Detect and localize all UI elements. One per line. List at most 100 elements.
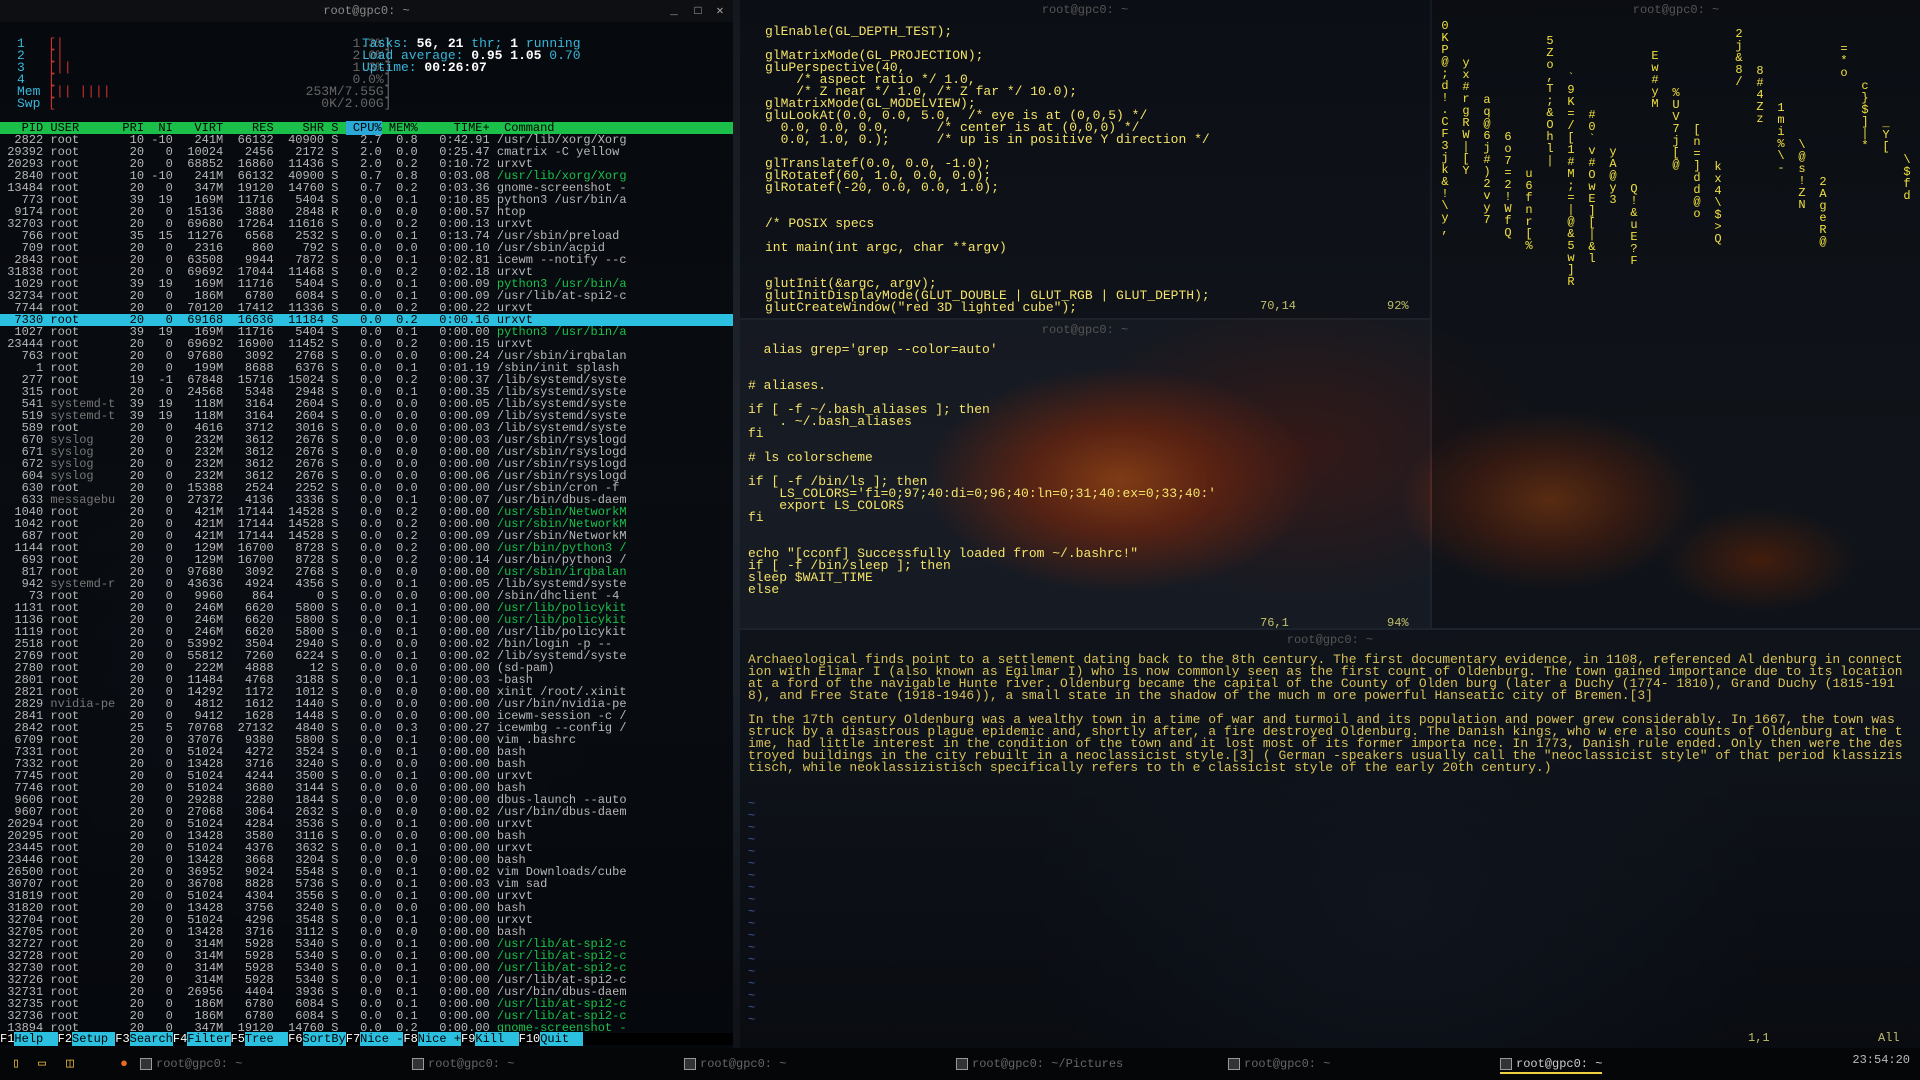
process-row[interactable]: 32727 root 20 0 314M 5928 5340 S 0.0 0.1… bbox=[0, 938, 733, 950]
process-row[interactable]: 2841 root 20 0 9412 1628 1448 S 0.0 0.0 … bbox=[0, 710, 733, 722]
process-row[interactable]: 32728 root 20 0 314M 5928 5340 S 0.0 0.1… bbox=[0, 950, 733, 962]
process-row[interactable]: 31819 root 20 0 51024 4304 3556 S 0.0 0.… bbox=[0, 890, 733, 902]
fkey-f10[interactable]: F10 bbox=[519, 1032, 541, 1046]
process-row[interactable]: 9606 root 20 0 29288 2280 1844 S 0.0 0.0… bbox=[0, 794, 733, 806]
process-row[interactable]: 1144 root 20 0 129M 16700 8728 S 0.0 0.2… bbox=[0, 542, 733, 554]
vim-text-window[interactable]: root@gpc0: ~ Archaeological finds point … bbox=[740, 630, 1920, 1048]
vim-buffer[interactable]: alias grep='grep --color=auto' # aliases.… bbox=[748, 343, 1216, 596]
fkey-f6[interactable]: F6 bbox=[288, 1032, 302, 1046]
process-row[interactable]: 671 syslog 20 0 232M 3612 2676 S 0.0 0.0… bbox=[0, 446, 733, 458]
process-row[interactable]: 1029 root 39 19 169M 11716 5404 S 0.0 0.… bbox=[0, 278, 733, 290]
process-row[interactable]: 32704 root 20 0 51024 4296 3548 S 0.0 0.… bbox=[0, 914, 733, 926]
process-row[interactable]: 30707 root 20 0 36708 8828 5736 S 0.0 0.… bbox=[0, 878, 733, 890]
process-row[interactable]: 519 systemd-t 39 19 118M 3164 2604 S 0.0… bbox=[0, 410, 733, 422]
show-desktop-icon[interactable]: ▭ bbox=[34, 1056, 50, 1072]
process-row[interactable]: 763 root 20 0 97680 3092 2768 S 0.0 0.0 … bbox=[0, 350, 733, 362]
process-row[interactable]: 23445 root 20 0 51024 4376 3632 S 0.0 0.… bbox=[0, 842, 733, 854]
vim-cube-window[interactable]: root@gpc0: ~ glEnable(GL_DEPTH_TEST); glM… bbox=[740, 0, 1430, 318]
fkey-f1[interactable]: F1 bbox=[0, 1032, 14, 1046]
process-row[interactable]: 541 systemd-t 39 19 118M 3164 2604 S 0.0… bbox=[0, 398, 733, 410]
fkey-f8[interactable]: F8 bbox=[403, 1032, 417, 1046]
taskbar-item-5[interactable]: root@gpc0: ~ bbox=[1228, 1054, 1330, 1074]
taskbar-item-4[interactable]: root@gpc0: ~/Pictures bbox=[956, 1054, 1123, 1074]
fkey-f2[interactable]: F2 bbox=[58, 1032, 72, 1046]
process-row[interactable]: 7745 root 20 0 51024 4244 3500 S 0.0 0.1… bbox=[0, 770, 733, 782]
fkey-label[interactable]: Search bbox=[129, 1032, 173, 1046]
process-row[interactable]: 7746 root 20 0 51024 3680 3144 S 0.0 0.0… bbox=[0, 782, 733, 794]
firefox-icon[interactable]: ● bbox=[116, 1056, 132, 1072]
process-row[interactable]: 32730 root 20 0 314M 5928 5340 S 0.0 0.1… bbox=[0, 962, 733, 974]
process-row[interactable]: 7331 root 20 0 51024 4272 3524 S 0.0 0.1… bbox=[0, 746, 733, 758]
fkey-label[interactable]: Tree bbox=[244, 1032, 289, 1046]
process-row[interactable]: 633 messagebu 20 0 27372 4136 3336 S 0.0… bbox=[0, 494, 733, 506]
process-row[interactable]: 315 root 20 0 24568 5348 2948 S 0.0 0.1 … bbox=[0, 386, 733, 398]
process-row[interactable]: 9607 root 20 0 27068 3064 2632 S 0.0 0.0… bbox=[0, 806, 733, 818]
process-row[interactable]: 687 root 20 0 421M 17144 14528 S 0.0 0.2… bbox=[0, 530, 733, 542]
process-row[interactable]: 31820 root 20 0 13428 3756 3240 S 0.0 0.… bbox=[0, 902, 733, 914]
process-row[interactable]: 7744 root 20 0 70120 17412 11336 S 0.0 0… bbox=[0, 302, 733, 314]
process-row[interactable]: 73 root 20 0 9960 864 0 S 0.0 0.0 0:00.0… bbox=[0, 590, 733, 602]
process-row[interactable]: 709 root 20 0 2316 860 792 S 0.0 0.0 0:0… bbox=[0, 242, 733, 254]
fkey-label[interactable]: SortBy bbox=[302, 1032, 346, 1046]
process-row[interactable]: 32736 root 20 0 186M 6780 6084 S 0.0 0.1… bbox=[0, 1010, 733, 1022]
fkey-f9[interactable]: F9 bbox=[461, 1032, 475, 1046]
window-list-icon[interactable]: ◫ bbox=[62, 1056, 78, 1072]
process-row[interactable]: 2822 root 10 -10 241M 66132 40900 S 2.7 … bbox=[0, 134, 733, 146]
cmatrix-window[interactable]: root@gpc0: ~ 0 K P @ ; d ! . C F 3 j k &… bbox=[1432, 0, 1920, 628]
process-row[interactable]: 32734 root 20 0 186M 6780 6084 S 0.0 0.1… bbox=[0, 290, 733, 302]
taskbar-item-6-active[interactable]: root@gpc0: ~ bbox=[1500, 1054, 1603, 1074]
fkey-label[interactable]: Setup bbox=[72, 1032, 116, 1046]
vim-buffer[interactable]: glEnable(GL_DEPTH_TEST); glMatrixMode(GL_… bbox=[765, 25, 1210, 314]
vim-bashrc-window[interactable]: root@gpc0: ~ alias grep='grep --color=au… bbox=[740, 320, 1430, 628]
vim-buffer[interactable]: Archaeological finds point to a settleme… bbox=[748, 653, 1908, 774]
process-row[interactable]: 2801 root 20 0 11484 4768 3188 S 0.0 0.1… bbox=[0, 674, 733, 686]
process-row[interactable]: 817 root 20 0 97680 3092 2768 S 0.0 0.0 … bbox=[0, 566, 733, 578]
process-row[interactable]: 32731 root 20 0 26956 4404 3936 S 0.0 0.… bbox=[0, 986, 733, 998]
process-row[interactable]: 32726 root 20 0 314M 5928 5340 S 0.0 0.1… bbox=[0, 974, 733, 986]
process-row[interactable]: 26500 root 20 0 36952 9024 5548 S 0.0 0.… bbox=[0, 866, 733, 878]
taskbar-item-3[interactable]: root@gpc0: ~ bbox=[684, 1054, 786, 1074]
process-row[interactable]: 766 root 35 15 11276 6568 2532 S 0.0 0.1… bbox=[0, 230, 733, 242]
process-row[interactable]: 23444 root 20 0 69692 16900 11452 S 0.0 … bbox=[0, 338, 733, 350]
process-row[interactable]: 589 root 20 0 4616 3712 3016 S 0.0 0.0 0… bbox=[0, 422, 733, 434]
process-row[interactable]: 1042 root 20 0 421M 17144 14528 S 0.0 0.… bbox=[0, 518, 733, 530]
process-row[interactable]: 2829 nvidia-pe 20 0 4812 1612 1440 S 0.0… bbox=[0, 698, 733, 710]
process-row[interactable]: 693 root 20 0 129M 16700 8728 S 0.0 0.2 … bbox=[0, 554, 733, 566]
function-key-bar[interactable]: F1Help F2Setup F3SearchF4FilterF5Tree F6… bbox=[0, 1032, 733, 1046]
maximize-button[interactable]: □ bbox=[687, 0, 709, 22]
process-row[interactable]: 7330 root 20 0 69168 16636 11184 S 0.0 0… bbox=[0, 314, 733, 326]
process-row[interactable]: 2821 root 20 0 14292 1172 1012 S 0.0 0.0… bbox=[0, 686, 733, 698]
process-table-header[interactable]: PID USER PRI NI VIRT RES SHR S CPU% MEM%… bbox=[0, 121, 733, 135]
process-row[interactable]: 6709 root 20 0 37076 9380 5800 S 0.0 0.1… bbox=[0, 734, 733, 746]
taskbar-item-1[interactable]: root@gpc0: ~ bbox=[140, 1054, 242, 1074]
fkey-f5[interactable]: F5 bbox=[231, 1032, 245, 1046]
process-row[interactable]: 2840 root 10 -10 241M 66132 40900 S 0.7 … bbox=[0, 170, 733, 182]
process-row[interactable]: 2780 root 20 0 222M 4888 12 S 0.0 0.0 0:… bbox=[0, 662, 733, 674]
process-row[interactable]: 32705 root 20 0 13428 3716 3112 S 0.0 0.… bbox=[0, 926, 733, 938]
process-row[interactable]: 1136 root 20 0 246M 6620 5800 S 0.0 0.1 … bbox=[0, 614, 733, 626]
process-row[interactable]: 670 syslog 20 0 232M 3612 2676 S 0.0 0.0… bbox=[0, 434, 733, 446]
process-row[interactable]: 1040 root 20 0 421M 17144 14528 S 0.0 0.… bbox=[0, 506, 733, 518]
fkey-label[interactable]: Help bbox=[14, 1032, 58, 1046]
fkey-label[interactable]: Filter bbox=[187, 1032, 231, 1046]
process-row[interactable]: 23446 root 20 0 13428 3668 3204 S 0.0 0.… bbox=[0, 854, 733, 866]
process-row[interactable]: 7332 root 20 0 13428 3716 3240 S 0.0 0.0… bbox=[0, 758, 733, 770]
process-row[interactable]: 13484 root 20 0 347M 19120 14760 S 0.7 0… bbox=[0, 182, 733, 194]
process-row[interactable]: 2842 root 25 5 70768 27132 4840 S 0.0 0.… bbox=[0, 722, 733, 734]
htop-terminal-window[interactable]: root@gpc0: ~ _ □ ✕ 1 [| 1.3%] 2 [| 2.0%] 3… bbox=[0, 0, 733, 1048]
fkey-label[interactable]: Quit bbox=[540, 1032, 584, 1046]
process-row[interactable]: 29392 root 20 0 10024 2456 2172 S 2.0 0.… bbox=[0, 146, 733, 158]
process-row[interactable]: 2518 root 20 0 53992 3504 2940 S 0.0 0.0… bbox=[0, 638, 733, 650]
process-row[interactable]: 672 syslog 20 0 232M 3612 2676 S 0.0 0.0… bbox=[0, 458, 733, 470]
process-row[interactable]: 20295 root 20 0 13428 3580 3116 S 0.0 0.… bbox=[0, 830, 733, 842]
process-row[interactable]: 604 syslog 20 0 232M 3612 2676 S 0.0 0.0… bbox=[0, 470, 733, 482]
process-row[interactable]: 1131 root 20 0 246M 6620 5800 S 0.0 0.1 … bbox=[0, 602, 733, 614]
start-menu-icon[interactable]: ▯ bbox=[8, 1056, 24, 1072]
fkey-f7[interactable]: F7 bbox=[346, 1032, 360, 1046]
fkey-label[interactable]: Nice - bbox=[360, 1032, 404, 1046]
process-row[interactable]: 773 root 39 19 169M 11716 5404 S 0.0 0.1… bbox=[0, 194, 733, 206]
fkey-label[interactable]: Kill bbox=[475, 1032, 519, 1046]
process-list[interactable]: 2822 root 10 -10 241M 66132 40900 S 2.7 … bbox=[0, 134, 733, 1034]
taskbar-item-2[interactable]: root@gpc0: ~ bbox=[412, 1054, 514, 1074]
process-row[interactable]: 20294 root 20 0 51024 4284 3536 S 0.0 0.… bbox=[0, 818, 733, 830]
